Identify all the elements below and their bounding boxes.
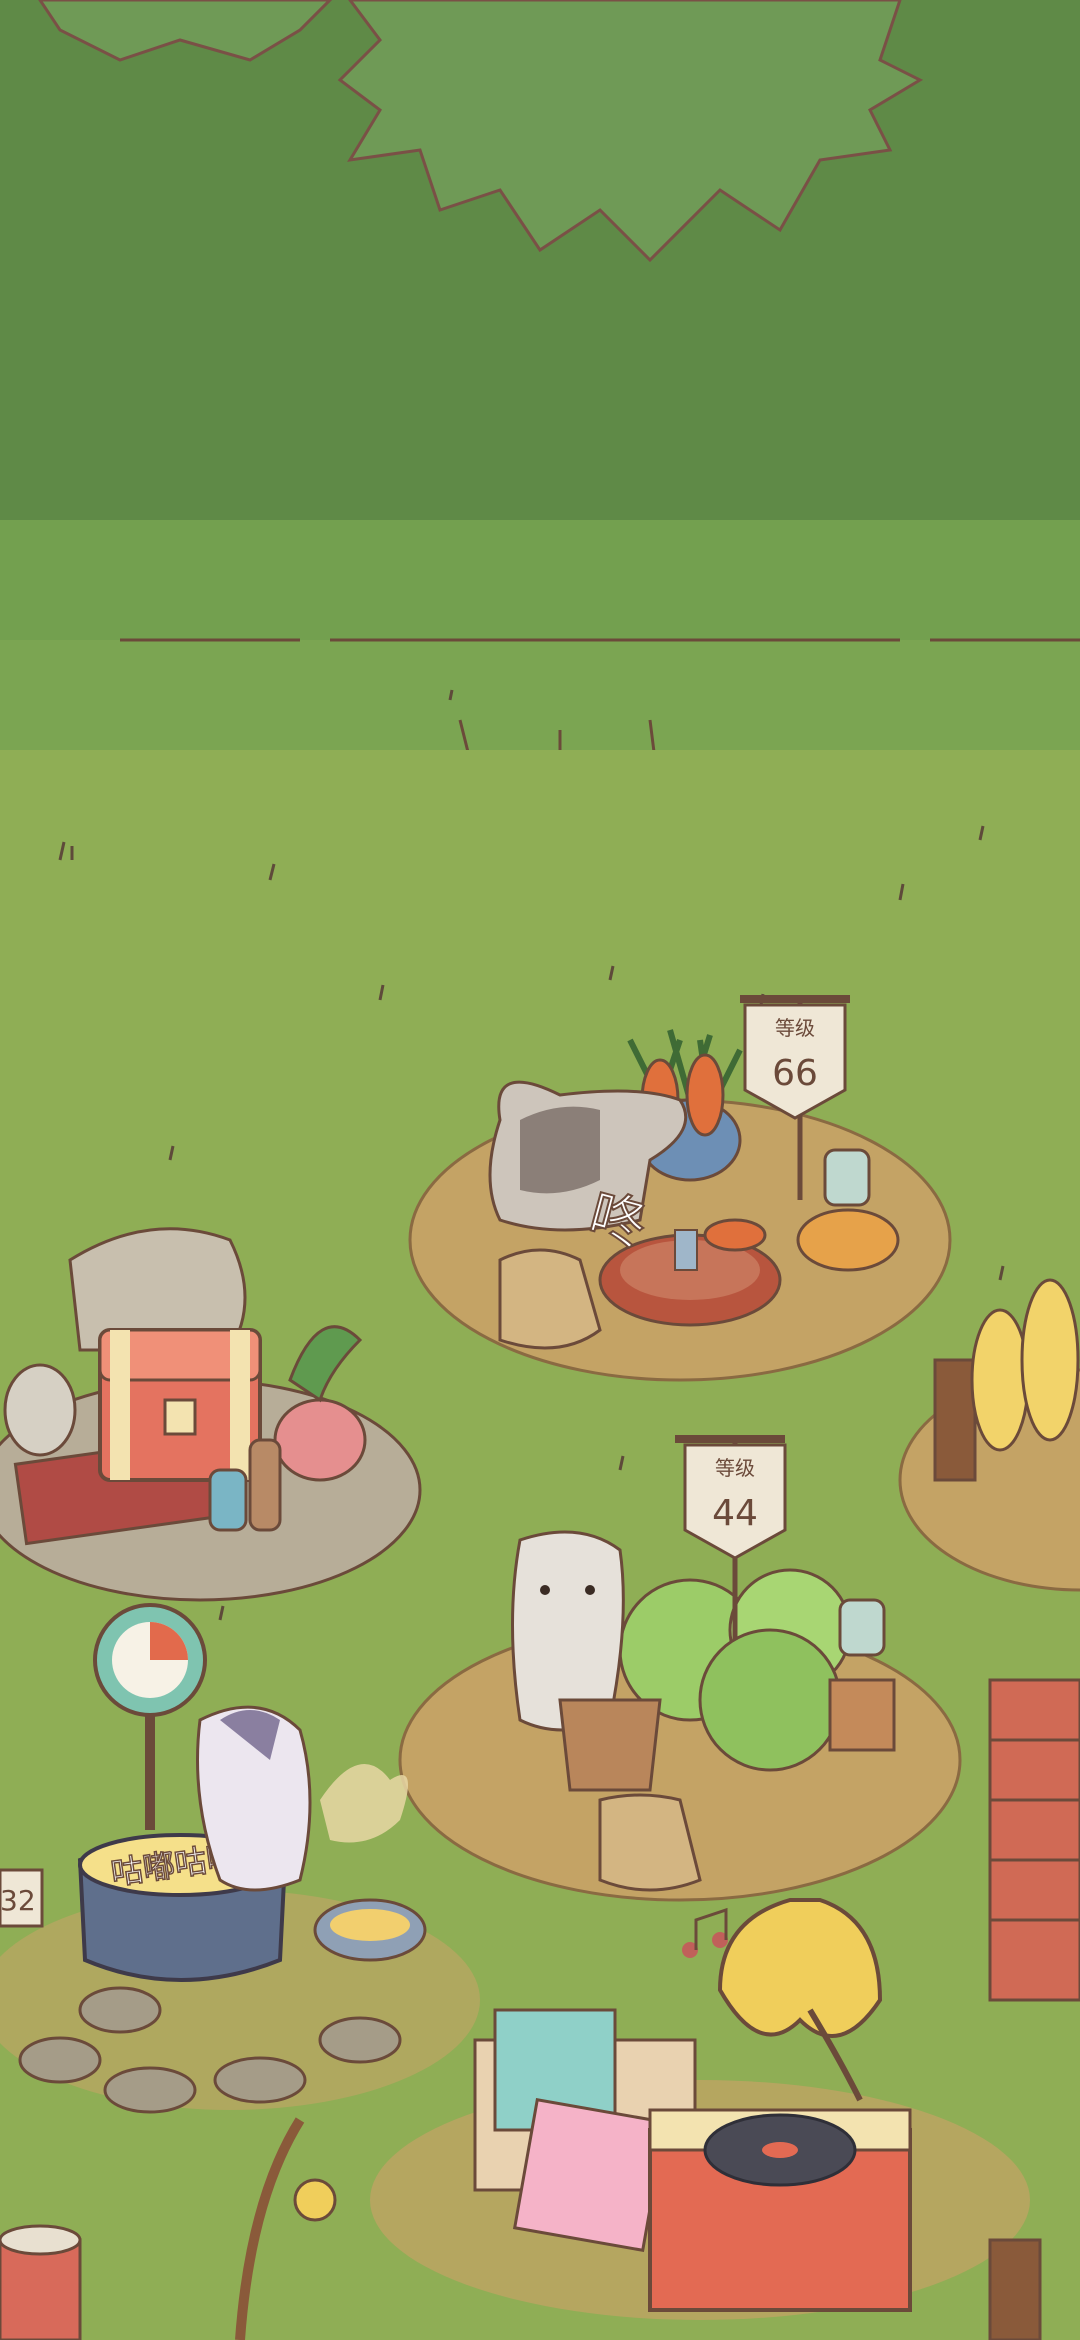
level-value: 66 — [772, 1053, 818, 1094]
cat-cooking[interactable] — [196, 1705, 312, 1892]
bowl — [313, 1898, 427, 1962]
level-label: 等级 — [775, 1016, 815, 1040]
treasure-chest-icon[interactable] — [98, 1328, 262, 1482]
level-value: 44 — [712, 1493, 758, 1534]
brick-pillar — [988, 1678, 1080, 2002]
level-label: 等级 — [715, 1456, 755, 1480]
level-value: 32 — [0, 1884, 36, 1917]
game-scene: 咚 等级 66 等级 44 咕嘟咕嘟 32 — [0, 0, 1080, 2340]
treeline-band — [0, 520, 1080, 650]
treeline-lower — [0, 640, 1080, 760]
grater — [558, 1698, 662, 1792]
